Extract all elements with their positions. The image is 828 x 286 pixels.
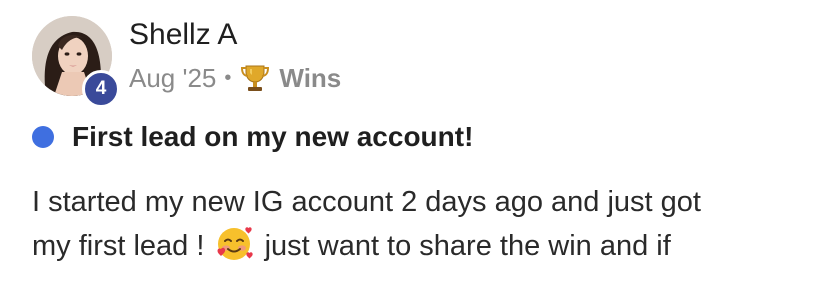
body-text-after-emoji: just want to share the win and if (264, 230, 671, 262)
body-line-1: I started my new IG account 2 days ago a… (32, 186, 701, 218)
level-badge: 4 (82, 70, 120, 108)
post-title-row[interactable]: First lead on my new account! (32, 117, 473, 157)
post-date: Aug '25 (129, 62, 217, 93)
trophy-icon (239, 62, 271, 94)
post-body: I started my new IG account 2 days ago a… (32, 180, 802, 268)
author-avatar-group[interactable]: 4 (32, 16, 120, 108)
unread-indicator (32, 126, 54, 148)
body-line-2: my first lead ! just want to share the w… (32, 224, 802, 268)
author-name[interactable]: Shellz A (129, 18, 237, 52)
meta-separator: • (224, 66, 232, 89)
post-title[interactable]: First lead on my new account! (72, 121, 473, 153)
body-text-before-emoji: my first lead ! (32, 230, 205, 262)
post-meta: Aug '25 • Wins (129, 60, 341, 96)
smiling-face-with-hearts-emoji-icon (215, 225, 253, 263)
community-post[interactable]: 4 Shellz A Aug '25 • Wins First lead on … (0, 0, 828, 286)
category-link[interactable]: Wins (279, 63, 341, 94)
